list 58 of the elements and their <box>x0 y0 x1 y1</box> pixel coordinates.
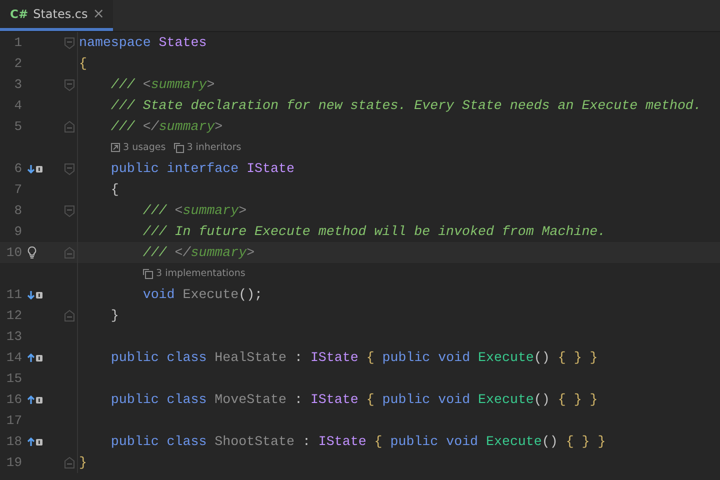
fold-icon[interactable] <box>64 78 75 90</box>
inlay-hint-link[interactable]: 3 usages <box>111 142 166 153</box>
code-line: /// </summary> <box>142 245 255 260</box>
fold-icon[interactable] <box>64 204 75 216</box>
close-icon[interactable]: × <box>92 6 104 22</box>
code-line: /// </summary> <box>110 119 223 134</box>
line-number: 14 <box>5 350 22 365</box>
code-line: } <box>78 455 87 470</box>
line-number: 12 <box>5 308 22 323</box>
line-number: 2 <box>13 56 22 71</box>
line-number: 3 <box>13 77 22 92</box>
line-number: 5 <box>13 119 22 134</box>
code-line: namespace States <box>78 35 207 50</box>
lightbulb-icon[interactable] <box>27 246 37 259</box>
code-line: /// State declaration for new states. Every State needs an Execute method. <box>110 98 702 113</box>
line-number: 7 <box>13 182 22 197</box>
code-line: { <box>110 182 119 197</box>
fold-icon[interactable] <box>64 456 75 468</box>
inlay-hint-link[interactable]: 3 implementations <box>143 268 246 279</box>
code-line: /// <summary> <box>142 203 247 218</box>
line-number: 16 <box>5 392 22 407</box>
inlay-hint-link[interactable]: 3 inheritors <box>174 142 242 153</box>
up-arrow-icon[interactable] <box>27 394 43 404</box>
fold-icon[interactable] <box>64 310 75 322</box>
fold-icon[interactable] <box>64 162 75 174</box>
line-number: 1 <box>13 35 22 50</box>
up-arrow-icon[interactable] <box>27 352 43 362</box>
line-number: 15 <box>5 371 22 386</box>
code-line: public class ShootState : IState { public void Execute() { } } <box>110 434 606 449</box>
code-line: public interface IState <box>110 161 294 176</box>
down-arrow-icon[interactable] <box>27 164 43 174</box>
code-line: { <box>78 56 87 71</box>
down-arrow-icon[interactable] <box>27 290 43 300</box>
file-tab[interactable]: C# States.cs × <box>0 0 112 31</box>
fold-icon[interactable] <box>64 36 75 48</box>
line-number: 9 <box>13 224 22 239</box>
code-line: public class MoveState : IState { public void Execute() { } } <box>110 392 598 407</box>
copies-icon <box>143 268 153 278</box>
arrow-box-icon <box>111 143 120 152</box>
line-number: 18 <box>5 434 22 449</box>
line-number: 11 <box>5 287 22 302</box>
line-number: 19 <box>5 455 22 470</box>
fold-icon[interactable] <box>64 246 75 258</box>
code-line: public class HealState : IState { public void Execute() { } } <box>110 350 598 365</box>
line-number: 10 <box>5 245 22 260</box>
csharp-file-icon: C# <box>10 7 28 21</box>
fold-icon[interactable] <box>64 120 75 132</box>
up-arrow-icon[interactable] <box>27 436 43 446</box>
line-number: 13 <box>5 329 22 344</box>
code-line: } <box>110 308 119 323</box>
code-line: void Execute(); <box>142 287 263 302</box>
line-number: 6 <box>13 161 22 176</box>
code-line: /// <summary> <box>110 77 215 92</box>
line-number: 4 <box>13 98 22 113</box>
code-line: /// In future Execute method will be invoked from Machine. <box>142 224 606 239</box>
copies-icon <box>174 142 184 152</box>
line-number: 8 <box>13 203 22 218</box>
line-number: 17 <box>5 413 22 428</box>
